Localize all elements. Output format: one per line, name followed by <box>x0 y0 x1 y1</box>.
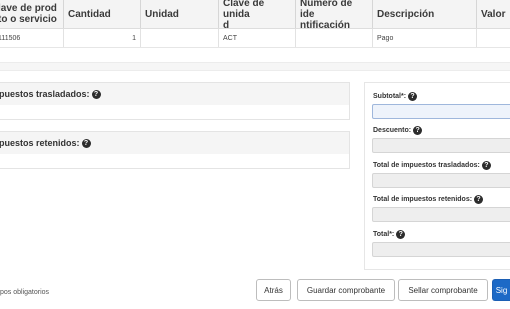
help-icon[interactable]: ? <box>396 230 406 239</box>
discount-label: Descuento: <box>373 127 412 134</box>
next-button[interactable]: Sig <box>492 279 510 301</box>
total-withheld-label: Total de impuestos retenidos: <box>373 196 473 203</box>
transferred-taxes-label: puestos trasladados: <box>0 89 90 99</box>
column-header-value[interactable]: Valor <box>477 0 510 28</box>
table-footer-bar <box>0 62 510 71</box>
transferred-taxes-panel: puestos trasladados: ? <box>0 82 350 120</box>
help-icon[interactable]: ? <box>81 138 91 148</box>
cell-quantity: 1 <box>64 29 141 47</box>
discount-field[interactable] <box>372 138 510 153</box>
column-header-product-key[interactable]: lave de prod to o servicio <box>0 0 64 28</box>
subtotal-label: Subtotal*: <box>373 93 407 100</box>
help-icon[interactable]: ? <box>408 92 418 101</box>
seal-button[interactable]: Sellar comprobante <box>398 279 488 301</box>
help-icon[interactable]: ? <box>413 126 423 135</box>
column-header-unit-key[interactable]: Clave de unida d <box>219 0 296 31</box>
discount-label-row: Descuento: ? <box>373 126 423 135</box>
total-transferred-field[interactable] <box>372 173 510 188</box>
column-header-description[interactable]: Descripción <box>373 0 477 28</box>
withheld-taxes-label: puestos retenidos: <box>0 138 80 148</box>
total-field[interactable] <box>372 242 510 257</box>
total-withheld-label-row: Total de impuestos retenidos: ? <box>373 195 484 204</box>
table-row[interactable]: 111506 1 ACT Pago <box>0 29 510 48</box>
total-label: Total*: <box>373 231 395 238</box>
column-header-unit[interactable]: Unidad <box>141 0 219 28</box>
withheld-taxes-panel: puestos retenidos: ? <box>0 131 350 169</box>
help-icon[interactable]: ? <box>481 161 491 170</box>
cell-unit <box>141 29 219 47</box>
required-fields-note: pos obligatorios <box>0 289 50 296</box>
cell-id-number <box>296 29 373 47</box>
subtotal-label-row: Subtotal*: ? <box>373 92 418 101</box>
column-header-id-number[interactable]: Número de ide ntificación <box>296 0 373 31</box>
help-icon[interactable]: ? <box>474 195 484 204</box>
total-transferred-label-row: Total de impuestos trasladados: ? <box>373 161 491 170</box>
cell-description: Pago <box>373 29 477 47</box>
table-header-row: lave de prod to o servicio Cantidad Unid… <box>0 0 510 31</box>
back-button[interactable]: Atrás <box>256 279 291 301</box>
cell-product-key: 111506 <box>0 29 64 47</box>
concepts-table: lave de prod to o servicio Cantidad Unid… <box>0 0 510 48</box>
help-icon[interactable]: ? <box>91 89 101 99</box>
cell-value <box>477 29 510 47</box>
total-transferred-label: Total de impuestos trasladados: <box>373 162 480 169</box>
transferred-taxes-header: puestos trasladados: ? <box>0 83 349 105</box>
total-withheld-field[interactable] <box>372 207 510 222</box>
withheld-taxes-header: puestos retenidos: ? <box>0 132 349 154</box>
save-button[interactable]: Guardar comprobante <box>297 279 395 301</box>
total-label-row: Total*: ? <box>373 230 406 239</box>
column-header-quantity[interactable]: Cantidad <box>64 0 141 28</box>
totals-panel: Subtotal*: ? Descuento: ? Total de impue… <box>364 82 510 270</box>
cell-unit-key: ACT <box>219 29 296 47</box>
subtotal-field[interactable] <box>372 104 510 119</box>
